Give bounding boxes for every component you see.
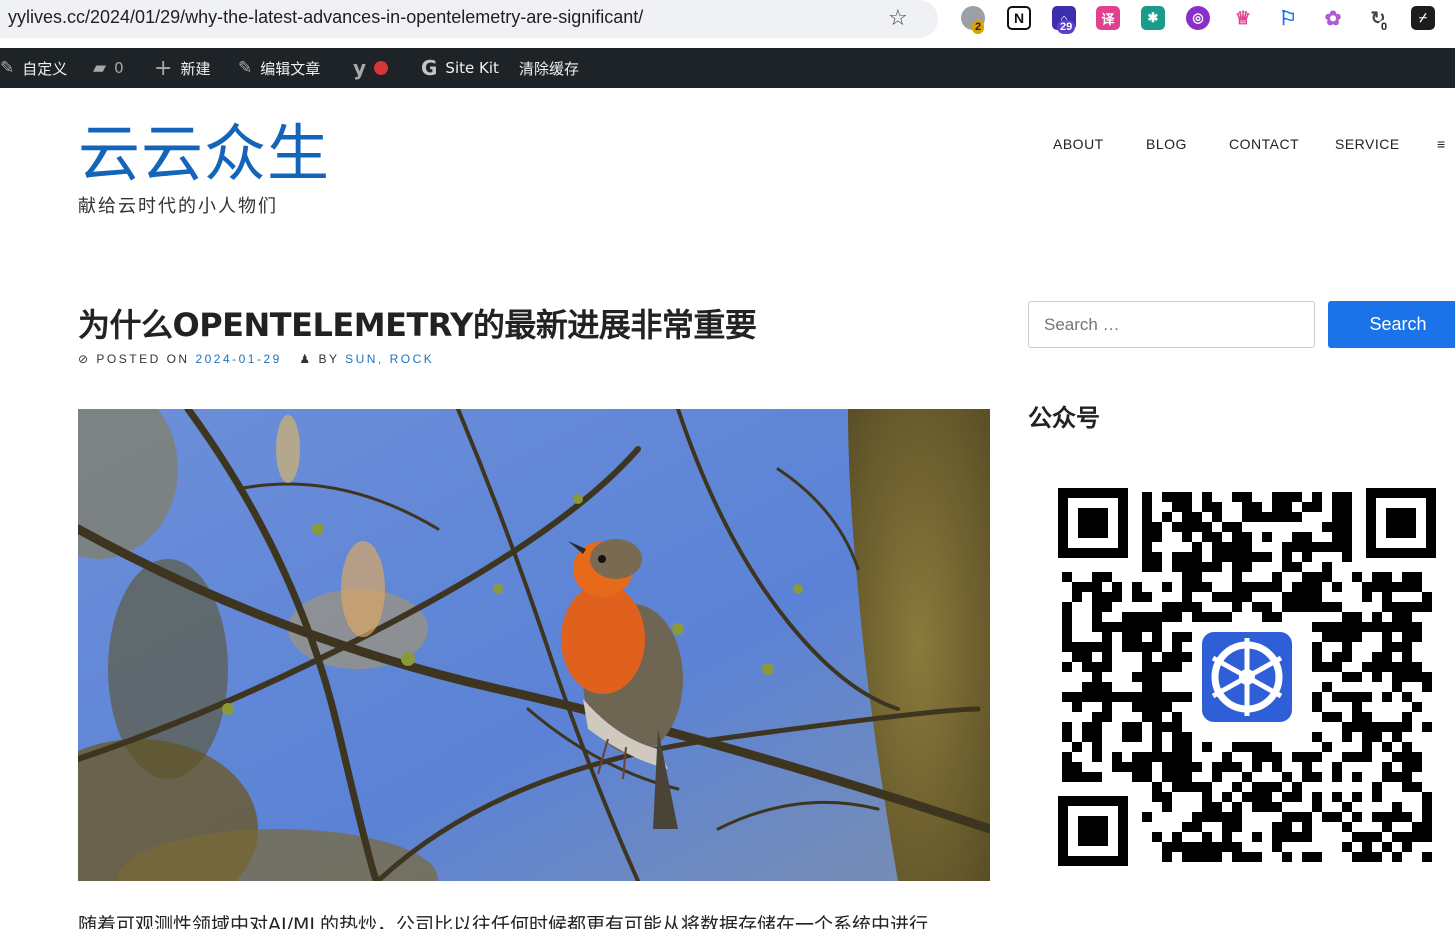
author-icon: ♟ [299, 352, 313, 366]
pencil-icon: ✎ [238, 58, 253, 78]
comments-menu[interactable]: ▰ 0 [93, 48, 124, 88]
nav-item-about[interactable]: ABOUT [1053, 136, 1104, 152]
yoast-menu[interactable]: y [353, 48, 389, 88]
extension-3-badge: 29 [1057, 20, 1076, 34]
qr-finder-bottom-left [1058, 796, 1128, 866]
new-content-menu[interactable]: + 新建 [154, 48, 210, 88]
site-title[interactable]: 云云众生 [78, 118, 330, 190]
extension-1-badge: 2 [972, 20, 985, 34]
comment-icon: ▰ [93, 58, 107, 78]
qr-finder-top-right [1366, 488, 1436, 558]
wechat-qr-code [1058, 488, 1436, 866]
post-author-link[interactable]: SUN, ROCK [345, 352, 434, 366]
brush-icon: ✎ [0, 58, 15, 78]
featured-image [78, 409, 990, 881]
openai-icon[interactable]: ✿ [1321, 6, 1345, 30]
browser-toolbar: yylives.cc/2024/01/29/why-the-latest-adv… [0, 0, 1455, 48]
seo-status-dot [374, 61, 389, 75]
post-excerpt: 随着可观测性领域中对AI/ML的热炒，公司比以往任何时候都更有可能从将数据存储在… [78, 914, 928, 929]
nav-item-service[interactable]: SERVICE [1335, 136, 1400, 152]
menu-toggle-icon[interactable]: ≡ [1437, 136, 1446, 152]
site-kit-label: Site Kit [445, 59, 499, 77]
extension-6-icon[interactable]: ◎ [1186, 6, 1210, 30]
extension-11-icon[interactable]: ⌿ [1411, 6, 1435, 30]
extension-10-badge: 0 [1378, 20, 1391, 34]
extension-8-icon[interactable]: ⚐ [1276, 6, 1300, 30]
edit-post-menu[interactable]: ✎ 编辑文章 [238, 48, 320, 88]
bookmark-star-icon[interactable]: ☆ [888, 6, 908, 31]
wechat-widget-title: 公众号 [1028, 404, 1100, 432]
by-label: BY [318, 352, 340, 366]
comments-count: 0 [114, 59, 124, 77]
nav-item-contact[interactable]: CONTACT [1229, 136, 1299, 152]
notion-icon[interactable]: N [1007, 6, 1031, 30]
link-icon: ⊘ [78, 352, 91, 366]
edit-post-label: 编辑文章 [260, 59, 321, 78]
site-description: 献给云时代的小人物们 [78, 196, 278, 217]
extension-7-icon[interactable]: ♕ [1231, 6, 1255, 30]
yoast-icon: y [353, 56, 367, 80]
plus-icon: + [154, 55, 173, 81]
site-kit-menu[interactable]: G Site Kit [421, 48, 499, 88]
clear-cache-label: 清除缓存 [519, 59, 580, 78]
posted-on-label: POSTED ON [96, 352, 190, 366]
robin-photo [78, 409, 990, 881]
post-meta: ⊘ POSTED ON 2024-01-29 ♟ BY SUN, ROCK [78, 352, 434, 366]
translate-icon[interactable]: 译 [1096, 6, 1120, 30]
extension-5-icon[interactable]: ✱ [1141, 6, 1165, 30]
google-icon: G [421, 56, 438, 80]
url-text[interactable]: yylives.cc/2024/01/29/why-the-latest-adv… [8, 7, 643, 28]
post-title: 为什么OPENTELEMETRY的最新进展非常重要 [78, 306, 757, 344]
clear-cache-menu[interactable]: 清除缓存 [519, 48, 579, 88]
wp-admin-bar: ✎ 自定义 ▰ 0 + 新建 ✎ 编辑文章 y G Site Kit 清除缓存 [0, 48, 1455, 88]
customize-menu[interactable]: ✎ 自定义 [0, 48, 67, 88]
search-button[interactable]: Search [1328, 301, 1455, 348]
qr-code-image [1058, 488, 1436, 866]
qr-finder-top-left [1058, 488, 1128, 558]
search-input[interactable] [1028, 301, 1315, 348]
customize-label: 自定义 [22, 59, 68, 78]
nav-item-blog[interactable]: BLOG [1146, 136, 1187, 152]
address-bar[interactable]: yylives.cc/2024/01/29/why-the-latest-adv… [0, 0, 938, 38]
new-label: 新建 [180, 59, 211, 78]
post-date-link[interactable]: 2024-01-29 [195, 352, 281, 366]
kubernetes-logo-icon [1196, 626, 1298, 728]
